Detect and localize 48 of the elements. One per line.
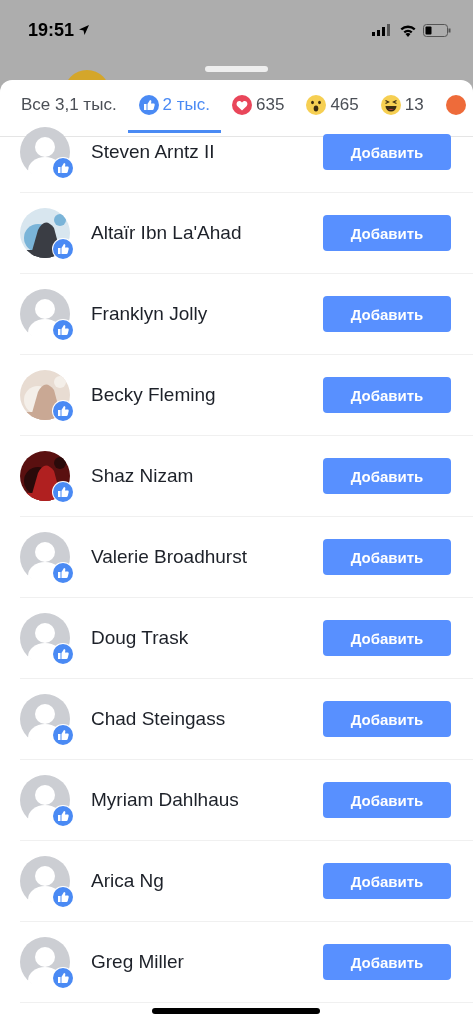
reaction-tab[interactable]: 13 (369, 80, 435, 133)
surprised-face-icon (306, 95, 327, 115)
thumbs-up-icon (52, 562, 74, 584)
add-friend-button[interactable]: Добавить (323, 215, 451, 251)
angry-face-icon (445, 95, 466, 115)
add-friend-button[interactable]: Добавить (323, 782, 451, 818)
thumbs-up-icon (52, 238, 74, 260)
thumbs-up-icon (52, 805, 74, 827)
person-name: Greg Miller (91, 951, 185, 973)
signal-icon (372, 24, 392, 36)
wifi-icon (399, 23, 417, 37)
clock-time: 19:51 (28, 19, 75, 41)
thumbs-up-icon (138, 95, 159, 115)
add-friend-button[interactable]: Добавить (323, 296, 451, 332)
add-friend-button[interactable]: Добавить (323, 701, 451, 737)
drag-handle[interactable] (205, 66, 268, 72)
thumbs-up-icon (52, 967, 74, 989)
thumbs-up-icon (52, 886, 74, 908)
reaction-tab[interactable]: 465 (295, 80, 370, 133)
person-name: Chad Steingass (91, 708, 227, 730)
person-name: Steven Arntz II (91, 141, 216, 163)
person-name: Myriam Dahlhaus (91, 789, 240, 811)
thumbs-up-icon (52, 643, 74, 665)
add-friend-button[interactable]: Добавить (323, 944, 451, 980)
add-friend-button[interactable]: Добавить (323, 863, 451, 899)
location-arrow-icon (78, 24, 91, 36)
add-friend-button[interactable]: Добавить (323, 377, 451, 413)
person-name: Shaz Nizam (91, 465, 195, 487)
thumbs-up-icon (52, 481, 74, 503)
add-friend-button[interactable]: Добавить (323, 539, 451, 575)
thumbs-up-icon (52, 157, 74, 179)
add-friend-button[interactable]: Добавить (323, 458, 451, 494)
person-name: Arica Ng (91, 870, 165, 892)
battery-icon (423, 23, 451, 37)
person-name: Becky Fleming (91, 384, 217, 406)
add-friend-button[interactable]: Добавить (323, 134, 451, 170)
person-name: Valerie Broadhurst (91, 546, 248, 568)
thumbs-up-icon (52, 724, 74, 746)
person-name: Franklyn Jolly (91, 303, 209, 325)
laughing-face-icon (380, 95, 401, 115)
reaction-tab[interactable]: Все 3,1 тыс. (10, 80, 128, 133)
add-friend-button[interactable]: Добавить (323, 620, 451, 656)
thumbs-up-icon (52, 319, 74, 341)
reaction-tab[interactable]: 2 тыс. (127, 80, 221, 133)
person-name: Altaïr Ibn La'Ahad (91, 222, 243, 244)
thumbs-up-icon (52, 400, 74, 422)
reaction-tab[interactable]: 635 (221, 80, 296, 133)
person-name: Doug Trask (91, 627, 190, 649)
